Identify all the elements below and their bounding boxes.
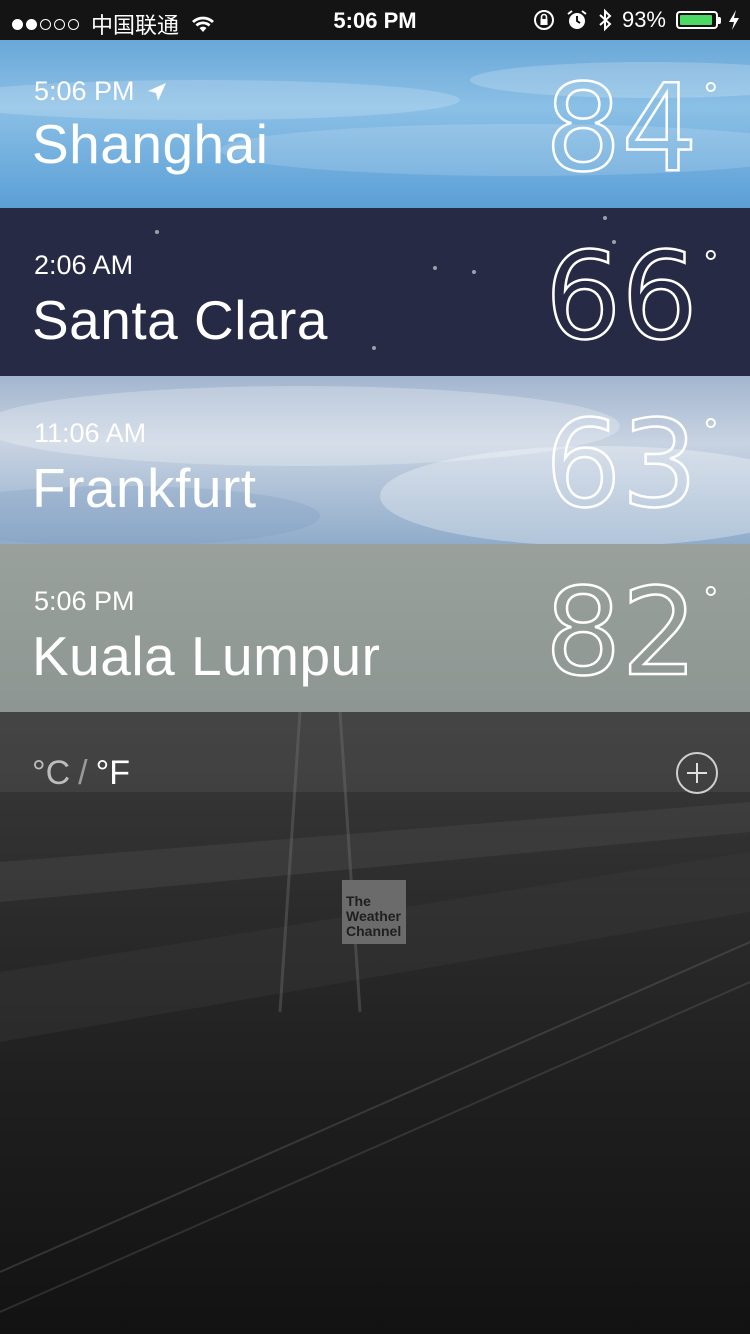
city-row-frankfurt[interactable]: 11:06 AM Frankfurt 63 ° — [0, 376, 750, 544]
rotation-lock-icon — [533, 10, 554, 30]
star-decoration — [472, 270, 476, 274]
temperature-digits: 82 — [545, 574, 695, 684]
city-local-time: 11:06 AM — [34, 418, 147, 448]
logo-line: Channel — [346, 923, 402, 939]
city-name: Shanghai — [32, 113, 269, 175]
bluetooth-icon — [599, 8, 612, 32]
temperature-value: 63 — [545, 406, 695, 516]
city-row-santa-clara[interactable]: 2:06 AM Santa Clara 66 ° — [0, 208, 750, 376]
city-time-text: 5:06 PM — [34, 76, 135, 106]
city-local-time: 5:06 PM — [34, 76, 167, 107]
city-row-kuala-lumpur[interactable]: 5:06 PM Kuala Lumpur 82 ° — [0, 544, 750, 712]
unit-separator: / — [78, 754, 88, 792]
city-name: Frankfurt — [32, 457, 257, 519]
star-decoration — [603, 216, 607, 220]
degree-symbol: ° — [703, 578, 718, 619]
temperature-value: 84 — [545, 70, 695, 180]
charging-bolt-icon — [729, 10, 739, 30]
unit-toggle[interactable]: °C / °F — [32, 754, 130, 793]
city-name: Kuala Lumpur — [32, 625, 381, 687]
city-name: Santa Clara — [32, 289, 328, 351]
temperature-digits: 66 — [545, 238, 695, 348]
fahrenheit-option[interactable]: °F — [96, 754, 130, 793]
alarm-icon — [567, 10, 587, 29]
add-city-button[interactable] — [676, 752, 718, 794]
weather-channel-logo[interactable]: The Weather Channel — [342, 880, 406, 944]
degree-symbol: ° — [703, 242, 718, 283]
city-row-shanghai[interactable]: 5:06 PM Shanghai 84 ° — [0, 40, 750, 208]
star-decoration — [433, 266, 437, 270]
temperature-value: 66 — [545, 238, 695, 348]
logo-line: Weather — [346, 908, 401, 924]
battery-level — [680, 15, 712, 25]
celsius-option[interactable]: °C — [32, 754, 70, 793]
star-decoration — [372, 346, 376, 350]
degree-symbol: ° — [703, 74, 718, 115]
temperature-digits: 63 — [545, 406, 695, 516]
status-right: 93% — [532, 7, 740, 33]
star-decoration — [155, 230, 159, 234]
status-bar: 中国联通 5:06 PM 93% — [0, 0, 750, 40]
battery-percent: 93% — [621, 7, 666, 32]
bottom-panel: °C / °F The Weather Channel — [0, 712, 750, 1334]
temperature-value: 82 — [545, 574, 695, 684]
battery-icon — [676, 11, 721, 29]
city-background-scene — [0, 712, 750, 1313]
city-local-time: 5:06 PM — [34, 586, 135, 616]
city-local-time: 2:06 AM — [34, 250, 134, 280]
location-arrow-icon — [147, 82, 166, 101]
logo-line: The — [346, 893, 371, 909]
temperature-digits: 84 — [545, 70, 695, 180]
degree-symbol: ° — [703, 410, 718, 451]
